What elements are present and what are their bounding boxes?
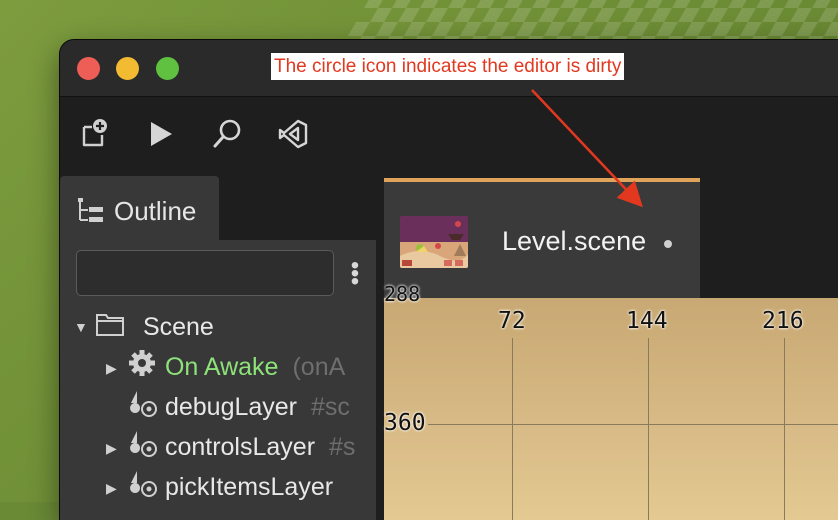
scene-thumbnail bbox=[400, 216, 468, 268]
grid-line bbox=[428, 424, 838, 425]
outline-search-input[interactable] bbox=[76, 250, 334, 296]
more-options-icon[interactable]: • • • bbox=[350, 254, 360, 294]
minimize-button[interactable] bbox=[116, 57, 139, 80]
collapse-triangle-icon[interactable]: ▶ bbox=[106, 440, 117, 457]
tree-item-label: Scene bbox=[142, 313, 214, 341]
ruler-x-tick: 144 bbox=[626, 308, 668, 334]
tree-item-label: On Awake bbox=[164, 353, 279, 381]
ruler-x-tick: 72 bbox=[498, 308, 526, 334]
tree-item-meta: (onA bbox=[292, 353, 346, 381]
collapse-triangle-icon[interactable]: ▶ bbox=[106, 360, 117, 377]
new-file-icon[interactable] bbox=[76, 117, 110, 151]
tree-item-label: controlsLayer bbox=[164, 433, 316, 461]
title-bar: The circle icon indicates the editor is … bbox=[60, 40, 838, 97]
annotation-note: The circle icon indicates the editor is … bbox=[271, 53, 625, 80]
editor-window: The circle icon indicates the editor is … bbox=[60, 40, 838, 520]
vscode-icon[interactable] bbox=[276, 117, 310, 151]
grid-line bbox=[512, 338, 513, 520]
ruler-y-tick: 288 bbox=[384, 282, 421, 306]
tree-item-controls-layer[interactable]: controlsLayer #s bbox=[128, 428, 355, 466]
tree-item-scene[interactable]: Scene bbox=[96, 308, 214, 346]
outline-tab-label: Outline bbox=[114, 196, 197, 226]
grid-line bbox=[784, 338, 785, 520]
collapse-triangle-icon[interactable]: ▶ bbox=[106, 480, 117, 497]
dirty-indicator-icon bbox=[664, 240, 672, 248]
expand-triangle-icon[interactable]: ▼ bbox=[74, 319, 88, 335]
tab-outline[interactable]: Outline bbox=[60, 176, 219, 240]
play-icon[interactable] bbox=[144, 117, 178, 151]
tab-level-scene[interactable]: Level.scene bbox=[384, 178, 700, 302]
ruler-y-tick: 360 bbox=[384, 410, 426, 436]
toolbar bbox=[60, 97, 838, 173]
close-button[interactable] bbox=[77, 57, 100, 80]
tab-title: Level.scene bbox=[502, 226, 647, 256]
tree-item-debug-layer[interactable]: debugLayer #sc bbox=[128, 388, 350, 426]
zoom-button[interactable] bbox=[156, 57, 179, 80]
scene-canvas[interactable]: 288 72 144 216 360 bbox=[384, 282, 838, 520]
layer-icon bbox=[128, 469, 158, 508]
tree-item-label: pickItemsLayer bbox=[164, 473, 334, 501]
outline-tree-icon bbox=[76, 196, 106, 229]
tree-item-meta: #sc bbox=[311, 393, 350, 421]
layer-icon bbox=[128, 389, 158, 428]
tree-item-label: debugLayer bbox=[164, 393, 298, 421]
tree-item-on-awake[interactable]: On Awake (onA bbox=[128, 348, 345, 386]
tree-item-pick-items-layer[interactable]: pickItemsLayer bbox=[128, 468, 333, 506]
ruler-x-tick: 216 bbox=[762, 308, 804, 334]
search-icon[interactable] bbox=[210, 117, 244, 151]
folder-icon bbox=[96, 309, 126, 347]
grid-line bbox=[648, 338, 649, 520]
tree-item-meta: #s bbox=[329, 433, 356, 461]
outline-panel: • • • ▼ Scene ▶ On Awake (onA debugLayer… bbox=[60, 240, 376, 520]
layer-icon bbox=[128, 429, 158, 468]
gear-icon bbox=[128, 349, 158, 388]
